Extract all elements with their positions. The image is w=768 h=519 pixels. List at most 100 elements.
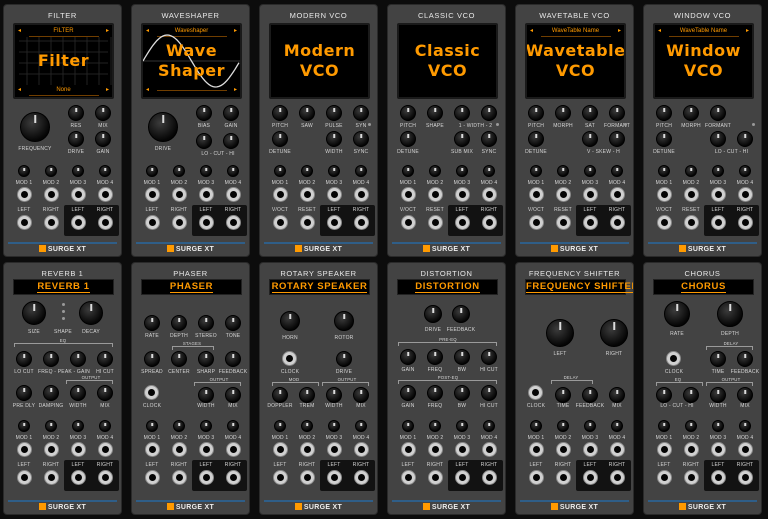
- io-jack-1[interactable]: [144, 470, 160, 485]
- mod-jack-2[interactable]: [43, 187, 59, 202]
- io-jack-1[interactable]: [528, 215, 544, 230]
- knob-a[interactable]: [454, 105, 470, 121]
- time-knob[interactable]: [555, 387, 571, 403]
- pre-knob-0[interactable]: [400, 349, 416, 365]
- knob-1[interactable]: [656, 105, 672, 121]
- knob-2[interactable]: [326, 387, 342, 403]
- mod-jack-3[interactable]: [710, 442, 726, 457]
- mod-knob-4[interactable]: [355, 420, 367, 432]
- mod-knob-2[interactable]: [429, 165, 441, 177]
- lo-cut-knob[interactable]: [656, 387, 672, 403]
- mod-jack-1[interactable]: [400, 187, 416, 202]
- rate-knob[interactable]: [664, 301, 690, 327]
- mod-jack-3[interactable]: [198, 187, 214, 202]
- io-jack-2[interactable]: [555, 470, 571, 485]
- preset-header[interactable]: PHASER: [141, 279, 242, 295]
- mod-knob-4[interactable]: [611, 165, 623, 177]
- io-jack-3[interactable]: [326, 215, 342, 230]
- mod-jack-3[interactable]: [710, 187, 726, 202]
- mod-jack-3[interactable]: [70, 187, 86, 202]
- io-jack-3[interactable]: [70, 215, 86, 230]
- io-jack-3[interactable]: [710, 470, 726, 485]
- io-jack-4[interactable]: [481, 470, 497, 485]
- decay-knob[interactable]: [79, 301, 103, 325]
- mod-jack-2[interactable]: [427, 442, 443, 457]
- mod-knob-3[interactable]: [584, 420, 596, 432]
- mod-knob-4[interactable]: [739, 420, 751, 432]
- mod-jack-3[interactable]: [326, 187, 342, 202]
- mix-knob[interactable]: [609, 387, 625, 403]
- out-knob-2[interactable]: [70, 385, 86, 401]
- mod-knob-3[interactable]: [584, 165, 596, 177]
- mod-knob-3[interactable]: [200, 165, 212, 177]
- right-knob[interactable]: [600, 319, 628, 347]
- mod-jack-4[interactable]: [481, 187, 497, 202]
- io-jack-1[interactable]: [656, 470, 672, 485]
- mod-knob-3[interactable]: [328, 165, 340, 177]
- left-knob[interactable]: [546, 319, 574, 347]
- mod-jack-2[interactable]: [427, 187, 443, 202]
- mod-knob-2[interactable]: [45, 165, 57, 177]
- mod-knob-3[interactable]: [72, 420, 84, 432]
- knob-3[interactable]: [326, 105, 342, 121]
- mix-knob[interactable]: [225, 387, 241, 403]
- mod-knob-2[interactable]: [301, 165, 313, 177]
- io-jack-2[interactable]: [171, 470, 187, 485]
- pre-knob-2[interactable]: [454, 349, 470, 365]
- io-jack-1[interactable]: [400, 215, 416, 230]
- mod-knob-4[interactable]: [611, 420, 623, 432]
- mod-jack-2[interactable]: [171, 187, 187, 202]
- io-jack-1[interactable]: [656, 215, 672, 230]
- mod-jack-2[interactable]: [555, 442, 571, 457]
- mod-jack-4[interactable]: [97, 442, 113, 457]
- mod-knob-2[interactable]: [557, 420, 569, 432]
- preset-header[interactable]: FREQUENCY SHIFTER: [525, 279, 633, 295]
- rotor-knob[interactable]: [334, 311, 354, 331]
- mod-jack-4[interactable]: [225, 187, 241, 202]
- mod-knob-4[interactable]: [227, 420, 239, 432]
- mod-jack-1[interactable]: [144, 442, 160, 457]
- io-jack-3[interactable]: [710, 215, 726, 230]
- mix-knob[interactable]: [95, 105, 111, 121]
- knob-2[interactable]: [683, 105, 699, 121]
- post-knob-0[interactable]: [400, 385, 416, 401]
- io-jack-1[interactable]: [400, 470, 416, 485]
- out-knob-0[interactable]: [16, 385, 32, 401]
- clock-jack[interactable]: [144, 385, 159, 400]
- mod-knob-4[interactable]: [99, 420, 111, 432]
- eq-knob-3[interactable]: [97, 351, 113, 367]
- mod-jack-3[interactable]: [454, 442, 470, 457]
- mod-knob-3[interactable]: [712, 420, 724, 432]
- knob-4[interactable]: [656, 131, 672, 147]
- lo-cut-knob[interactable]: [196, 133, 212, 149]
- mod-jack-4[interactable]: [353, 187, 369, 202]
- knob-left[interactable]: [582, 131, 598, 147]
- mod-jack-2[interactable]: [683, 442, 699, 457]
- mod-jack-1[interactable]: [656, 442, 672, 457]
- io-jack-1[interactable]: [16, 215, 32, 230]
- mod-jack-2[interactable]: [683, 187, 699, 202]
- mod-knob-4[interactable]: [739, 165, 751, 177]
- width-knob[interactable]: [710, 387, 726, 403]
- knob-2[interactable]: [198, 315, 214, 331]
- knob-1[interactable]: [528, 105, 544, 121]
- mod-knob-1[interactable]: [530, 165, 542, 177]
- drive-knob[interactable]: [148, 112, 178, 142]
- knob-3[interactable]: [225, 315, 241, 331]
- mod-jack-3[interactable]: [582, 187, 598, 202]
- preset-header[interactable]: DISTORTION: [397, 279, 498, 295]
- post-knob-3[interactable]: [481, 385, 497, 401]
- frequency-knob[interactable]: [20, 112, 50, 142]
- mod-knob-3[interactable]: [456, 420, 468, 432]
- mod-knob-1[interactable]: [402, 420, 414, 432]
- mod-knob-1[interactable]: [274, 420, 286, 432]
- io-jack-2[interactable]: [299, 470, 315, 485]
- mod-jack-4[interactable]: [737, 442, 753, 457]
- feedback-knob[interactable]: [737, 351, 753, 367]
- size-knob[interactable]: [22, 301, 46, 325]
- mod-jack-1[interactable]: [16, 442, 32, 457]
- clock-jack[interactable]: [528, 385, 543, 400]
- feedback-knob[interactable]: [452, 305, 470, 323]
- knob-2[interactable]: [555, 105, 571, 121]
- preset-header[interactable]: CHORUS: [653, 279, 754, 295]
